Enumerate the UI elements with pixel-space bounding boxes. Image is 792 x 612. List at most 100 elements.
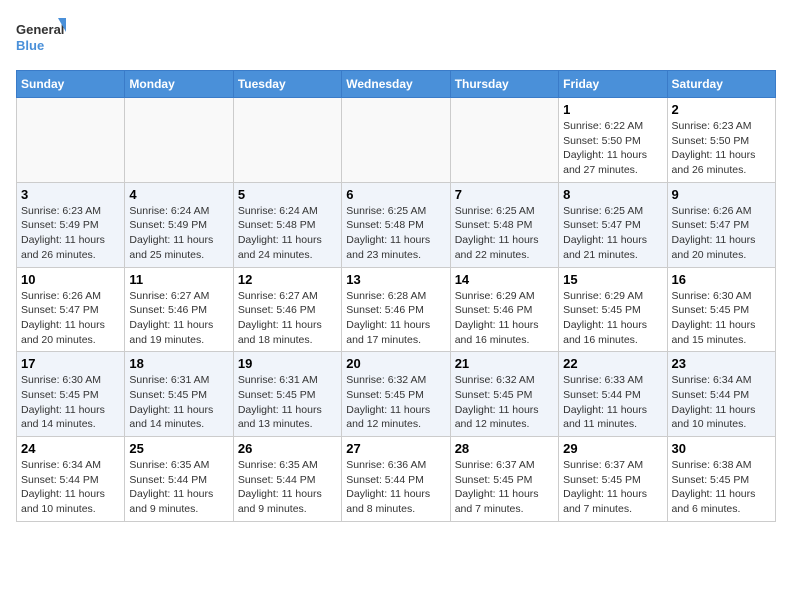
calendar-cell: 8 Sunrise: 6:25 AM Sunset: 5:47 PM Daylig…: [559, 182, 667, 267]
day-info: Sunrise: 6:30 AM Sunset: 5:45 PM Dayligh…: [672, 289, 771, 348]
day-info: Sunrise: 6:34 AM Sunset: 5:44 PM Dayligh…: [672, 373, 771, 432]
day-number: 19: [238, 356, 337, 371]
day-info: Sunrise: 6:36 AM Sunset: 5:44 PM Dayligh…: [346, 458, 445, 517]
day-info: Sunrise: 6:24 AM Sunset: 5:48 PM Dayligh…: [238, 204, 337, 263]
day-number: 2: [672, 102, 771, 117]
calendar-cell: 18 Sunrise: 6:31 AM Sunset: 5:45 PM Dayli…: [125, 352, 233, 437]
calendar-week-2: 3 Sunrise: 6:23 AM Sunset: 5:49 PM Daylig…: [17, 182, 776, 267]
logo: General Blue: [16, 16, 66, 58]
day-info: Sunrise: 6:33 AM Sunset: 5:44 PM Dayligh…: [563, 373, 662, 432]
calendar-cell: 22 Sunrise: 6:33 AM Sunset: 5:44 PM Dayli…: [559, 352, 667, 437]
day-number: 9: [672, 187, 771, 202]
calendar-cell: [125, 98, 233, 183]
day-number: 25: [129, 441, 228, 456]
day-number: 15: [563, 272, 662, 287]
day-info: Sunrise: 6:30 AM Sunset: 5:45 PM Dayligh…: [21, 373, 120, 432]
day-number: 11: [129, 272, 228, 287]
calendar-cell: 26Sunrise: 6:35 AM Sunset: 5:44 PM Dayli…: [233, 437, 341, 522]
day-info: Sunrise: 6:37 AM Sunset: 5:45 PM Dayligh…: [455, 458, 554, 517]
day-header-tuesday: Tuesday: [233, 71, 341, 98]
page-header: General Blue: [16, 16, 776, 58]
day-number: 20: [346, 356, 445, 371]
day-header-friday: Friday: [559, 71, 667, 98]
calendar-cell: 23 Sunrise: 6:34 AM Sunset: 5:44 PM Dayli…: [667, 352, 775, 437]
calendar-cell: 17 Sunrise: 6:30 AM Sunset: 5:45 PM Dayli…: [17, 352, 125, 437]
calendar-cell: [450, 98, 558, 183]
day-number: 16: [672, 272, 771, 287]
calendar-cell: 11 Sunrise: 6:27 AM Sunset: 5:46 PM Dayli…: [125, 267, 233, 352]
day-info: Sunrise: 6:27 AM Sunset: 5:46 PM Dayligh…: [129, 289, 228, 348]
calendar-cell: 15 Sunrise: 6:29 AM Sunset: 5:45 PM Dayli…: [559, 267, 667, 352]
calendar-cell: 2 Sunrise: 6:23 AM Sunset: 5:50 PM Daylig…: [667, 98, 775, 183]
calendar-cell: 12 Sunrise: 6:27 AM Sunset: 5:46 PM Dayli…: [233, 267, 341, 352]
calendar-cell: 9 Sunrise: 6:26 AM Sunset: 5:47 PM Daylig…: [667, 182, 775, 267]
day-number: 10: [21, 272, 120, 287]
day-info: Sunrise: 6:31 AM Sunset: 5:45 PM Dayligh…: [129, 373, 228, 432]
day-info: Sunrise: 6:32 AM Sunset: 5:45 PM Dayligh…: [455, 373, 554, 432]
day-info: Sunrise: 6:26 AM Sunset: 5:47 PM Dayligh…: [672, 204, 771, 263]
calendar-cell: 7 Sunrise: 6:25 AM Sunset: 5:48 PM Daylig…: [450, 182, 558, 267]
day-info: Sunrise: 6:29 AM Sunset: 5:45 PM Dayligh…: [563, 289, 662, 348]
day-info: Sunrise: 6:22 AM Sunset: 5:50 PM Dayligh…: [563, 119, 662, 178]
day-info: Sunrise: 6:27 AM Sunset: 5:46 PM Dayligh…: [238, 289, 337, 348]
day-info: Sunrise: 6:25 AM Sunset: 5:47 PM Dayligh…: [563, 204, 662, 263]
day-number: 12: [238, 272, 337, 287]
calendar-header-row: SundayMondayTuesdayWednesdayThursdayFrid…: [17, 71, 776, 98]
day-info: Sunrise: 6:35 AM Sunset: 5:44 PM Dayligh…: [238, 458, 337, 517]
day-header-sunday: Sunday: [17, 71, 125, 98]
calendar-cell: [233, 98, 341, 183]
day-info: Sunrise: 6:31 AM Sunset: 5:45 PM Dayligh…: [238, 373, 337, 432]
calendar-cell: 14Sunrise: 6:29 AM Sunset: 5:46 PM Dayli…: [450, 267, 558, 352]
calendar-cell: [342, 98, 450, 183]
day-info: Sunrise: 6:38 AM Sunset: 5:45 PM Dayligh…: [672, 458, 771, 517]
calendar-cell: 25 Sunrise: 6:35 AM Sunset: 5:44 PM Dayli…: [125, 437, 233, 522]
day-header-saturday: Saturday: [667, 71, 775, 98]
day-number: 30: [672, 441, 771, 456]
calendar-week-5: 24Sunrise: 6:34 AM Sunset: 5:44 PM Dayli…: [17, 437, 776, 522]
calendar-cell: 21 Sunrise: 6:32 AM Sunset: 5:45 PM Dayli…: [450, 352, 558, 437]
day-info: Sunrise: 6:35 AM Sunset: 5:44 PM Dayligh…: [129, 458, 228, 517]
day-info: Sunrise: 6:24 AM Sunset: 5:49 PM Dayligh…: [129, 204, 228, 263]
day-number: 7: [455, 187, 554, 202]
calendar-cell: 1 Sunrise: 6:22 AM Sunset: 5:50 PM Daylig…: [559, 98, 667, 183]
calendar-table: SundayMondayTuesdayWednesdayThursdayFrid…: [16, 70, 776, 522]
day-number: 4: [129, 187, 228, 202]
day-number: 28: [455, 441, 554, 456]
day-number: 21: [455, 356, 554, 371]
calendar-cell: 30 Sunrise: 6:38 AM Sunset: 5:45 PM Dayli…: [667, 437, 775, 522]
calendar-cell: 13Sunrise: 6:28 AM Sunset: 5:46 PM Dayli…: [342, 267, 450, 352]
day-header-thursday: Thursday: [450, 71, 558, 98]
day-number: 8: [563, 187, 662, 202]
day-number: 14: [455, 272, 554, 287]
calendar-cell: 4 Sunrise: 6:24 AM Sunset: 5:49 PM Daylig…: [125, 182, 233, 267]
calendar-cell: 19 Sunrise: 6:31 AM Sunset: 5:45 PM Dayli…: [233, 352, 341, 437]
calendar-cell: 3 Sunrise: 6:23 AM Sunset: 5:49 PM Daylig…: [17, 182, 125, 267]
day-info: Sunrise: 6:25 AM Sunset: 5:48 PM Dayligh…: [455, 204, 554, 263]
day-info: Sunrise: 6:26 AM Sunset: 5:47 PM Dayligh…: [21, 289, 120, 348]
day-info: Sunrise: 6:25 AM Sunset: 5:48 PM Dayligh…: [346, 204, 445, 263]
calendar-cell: 6 Sunrise: 6:25 AM Sunset: 5:48 PM Daylig…: [342, 182, 450, 267]
day-number: 3: [21, 187, 120, 202]
day-number: 18: [129, 356, 228, 371]
calendar-cell: 29Sunrise: 6:37 AM Sunset: 5:45 PM Dayli…: [559, 437, 667, 522]
svg-text:Blue: Blue: [16, 38, 44, 53]
calendar-cell: 27 Sunrise: 6:36 AM Sunset: 5:44 PM Dayli…: [342, 437, 450, 522]
day-number: 17: [21, 356, 120, 371]
day-number: 13: [346, 272, 445, 287]
calendar-week-4: 17 Sunrise: 6:30 AM Sunset: 5:45 PM Dayli…: [17, 352, 776, 437]
day-info: Sunrise: 6:23 AM Sunset: 5:50 PM Dayligh…: [672, 119, 771, 178]
day-number: 23: [672, 356, 771, 371]
day-info: Sunrise: 6:23 AM Sunset: 5:49 PM Dayligh…: [21, 204, 120, 263]
day-number: 27: [346, 441, 445, 456]
day-number: 22: [563, 356, 662, 371]
day-info: Sunrise: 6:34 AM Sunset: 5:44 PM Dayligh…: [21, 458, 120, 517]
calendar-cell: [17, 98, 125, 183]
day-number: 6: [346, 187, 445, 202]
calendar-cell: 10 Sunrise: 6:26 AM Sunset: 5:47 PM Dayli…: [17, 267, 125, 352]
day-info: Sunrise: 6:32 AM Sunset: 5:45 PM Dayligh…: [346, 373, 445, 432]
calendar-cell: 20 Sunrise: 6:32 AM Sunset: 5:45 PM Dayli…: [342, 352, 450, 437]
day-number: 5: [238, 187, 337, 202]
day-number: 29: [563, 441, 662, 456]
calendar-cell: 5 Sunrise: 6:24 AM Sunset: 5:48 PM Daylig…: [233, 182, 341, 267]
day-number: 1: [563, 102, 662, 117]
